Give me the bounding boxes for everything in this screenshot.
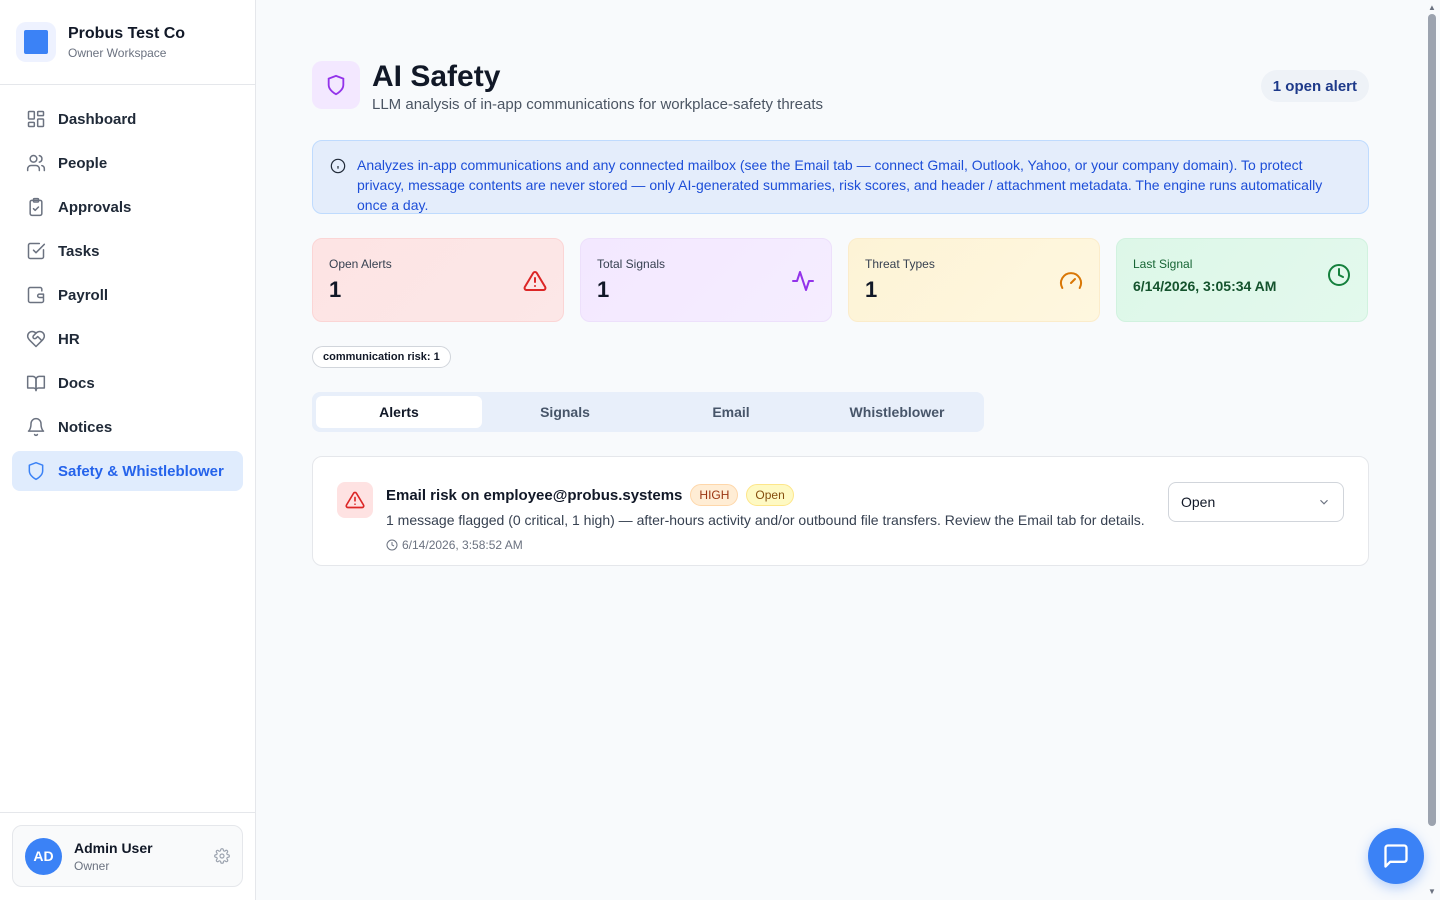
sidebar-item-label: Docs [58,374,95,392]
sidebar-item-people[interactable]: People [12,143,243,183]
sidebar-item-safety-whistleblower[interactable]: Safety & Whistleblower [12,451,243,491]
company-name: Probus Test Co [68,24,186,42]
stat-value: 1 [865,277,878,302]
sidebar-item-tasks[interactable]: Tasks [12,231,243,271]
checkbox-icon [27,242,46,260]
alert-status-value: Open [1181,494,1216,510]
page-title: AI Safety [372,60,501,93]
severity-badge: HIGH [690,484,739,506]
alert-title: Email risk on employee@probus.systems [386,486,683,504]
shield-icon [28,461,44,481]
user-card[interactable]: AD Admin User Owner [12,825,243,887]
stat-card-threat-types: Threat Types 1 [848,238,1100,322]
stat-label: Open Alerts [329,257,392,271]
sidebar-item-label: Tasks [58,242,100,260]
sidebar-item-dashboard[interactable]: Dashboard [12,99,243,139]
tab-email[interactable]: Email [648,396,814,428]
clipboard-check-icon [29,197,43,217]
gear-icon[interactable] [214,848,230,864]
stat-label: Threat Types [865,257,935,271]
info-banner-text: Analyzes in-app communications and any c… [357,157,1323,213]
chevron-down-icon [1320,499,1328,505]
stat-card-open-alerts: Open Alerts 1 [312,238,564,322]
sidebar-item-approvals[interactable]: Approvals [12,187,243,227]
tab-signals[interactable]: Signals [482,396,648,428]
company-logo [16,22,56,62]
activity-icon [791,269,815,293]
sidebar-item-label: Payroll [58,286,109,304]
sidebar-item-payroll[interactable]: Payroll [12,275,243,315]
page-header: AI Safety LLM analysis of in-app communi… [312,60,1369,116]
warning-triangle-icon [337,482,373,518]
sidebar-nav: Dashboard People Approvals Tasks Payroll… [0,85,255,509]
sidebar-item-label: Notices [58,418,113,436]
users-icon [26,154,46,172]
sidebar-item-docs[interactable]: Docs [12,363,243,403]
alert-title-row: Email risk on employee@probus.systems HI… [386,484,802,506]
warning-triangle-icon [523,269,547,293]
grid-icon [27,110,45,128]
sidebar-item-label: People [58,154,108,172]
status-badge: Open [746,484,794,506]
book-icon [26,375,46,392]
stat-card-last-signal: Last Signal 6/14/2026, 3:05:34 AM [1116,238,1368,322]
stat-label: Last Signal [1133,257,1193,271]
stat-card-total-signals: Total Signals 1 [580,238,832,322]
sidebar-item-label: Dashboard [58,110,137,128]
info-icon [330,158,346,174]
stats-row: Open Alerts 1 Total Signals 1 Threat Typ… [312,238,1369,322]
shield-icon [312,61,360,109]
page-subtitle: LLM analysis of in-app communications fo… [372,96,824,113]
stat-value: 6/14/2026, 3:05:34 AM [1133,278,1277,294]
filter-chip[interactable]: communication risk: 1 [312,346,451,368]
scrollbar-thumb[interactable] [1428,14,1436,826]
message-square-icon [1384,844,1408,868]
bell-icon [27,417,45,437]
brand-header[interactable]: Probus Test Co Owner Workspace [0,0,255,85]
stat-value: 1 [329,277,342,302]
alert-timestamp: 6/14/2026, 3:58:52 AM [386,538,523,552]
user-role: Owner [74,858,110,873]
alert-status-select[interactable]: Open [1168,482,1344,522]
open-alert-count-badge: 1 open alert [1260,70,1369,102]
alert-card: Email risk on employee@probus.systems HI… [312,456,1369,566]
heart-handshake-icon [26,330,46,348]
sidebar-item-label: HR [58,330,80,348]
stat-value: 1 [597,277,610,302]
tab-whistleblower[interactable]: Whistleblower [814,396,980,428]
clock-icon [1327,263,1351,287]
sidebar-item-hr[interactable]: HR [12,319,243,359]
user-footer: AD Admin User Owner [0,812,255,900]
clock-icon [386,539,398,551]
page-scrollbar[interactable]: ▲ ▼ [1424,0,1440,900]
alert-description: 1 message flagged (0 critical, 1 high) —… [386,512,1145,528]
user-name: Admin User [74,839,153,856]
chat-button[interactable] [1368,828,1424,884]
gauge-icon [1059,269,1083,293]
info-banner: Analyzes in-app communications and any c… [312,140,1369,214]
tab-bar: Alerts Signals Email Whistleblower [312,392,984,432]
sidebar-item-label: Safety & Whistleblower [58,462,224,480]
stat-label: Total Signals [597,257,666,271]
workspace-label: Owner Workspace [68,45,167,60]
wallet-icon [27,286,45,304]
scroll-down-arrow-icon[interactable]: ▼ [1427,888,1437,896]
sidebar-item-label: Approvals [58,198,132,216]
scroll-up-arrow-icon[interactable]: ▲ [1427,4,1437,12]
sidebar: Probus Test Co Owner Workspace Dashboard… [0,0,256,900]
alert-timestamp-text: 6/14/2026, 3:58:52 AM [402,538,523,552]
sidebar-item-notices[interactable]: Notices [12,407,243,447]
avatar: AD [25,837,62,875]
tab-alerts[interactable]: Alerts [316,396,482,428]
